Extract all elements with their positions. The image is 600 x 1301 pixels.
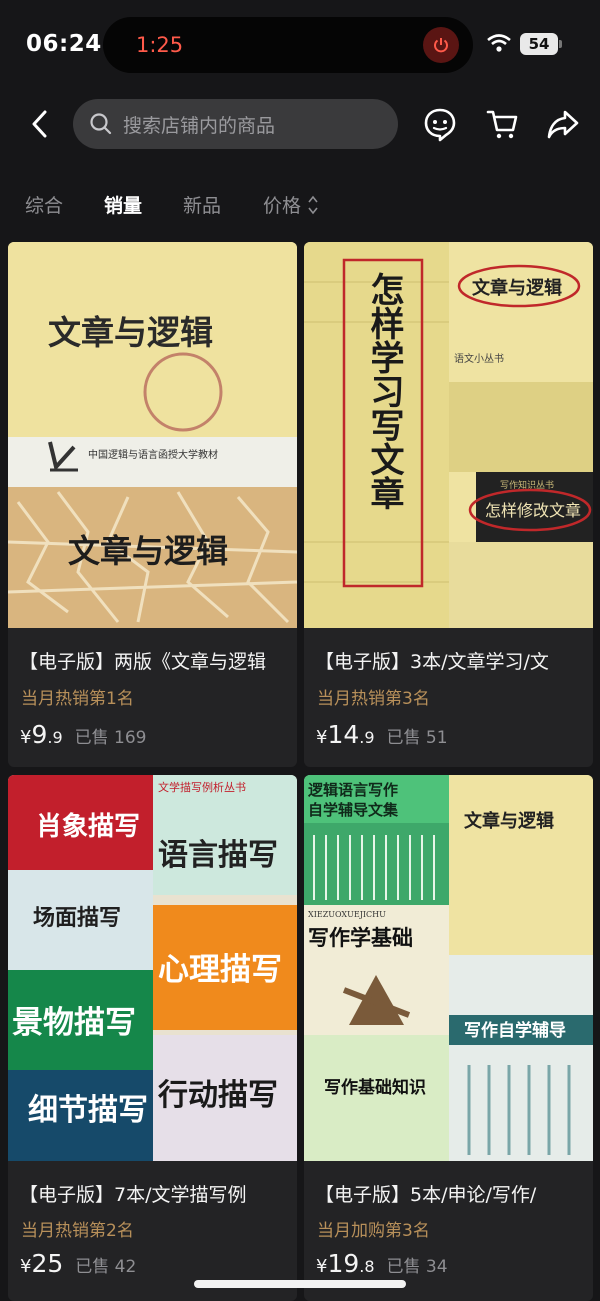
search-icon [90, 113, 112, 135]
battery-indicator: 54 [520, 33, 558, 55]
wifi-icon [486, 33, 512, 57]
share-icon[interactable] [545, 106, 581, 142]
price-currency: ¥ [316, 727, 328, 748]
cover-series-label: 语文小丛书 [454, 352, 504, 365]
price-row: ¥ 25 已售 42 [20, 1249, 136, 1278]
product-rank: 当月热销第1名 [21, 689, 134, 709]
cover-e: 写作自学辅导 [464, 1020, 566, 1041]
cover-t7: 细节描写 [28, 1093, 148, 1128]
price-decimal: .9 [359, 728, 375, 747]
cover-right-title: 文章与逻辑 [472, 277, 562, 299]
cover-c-pinyin: XIEZUOXUEJICHU [308, 910, 386, 919]
cover-box-title: 怎样修改文章 [485, 501, 581, 520]
price-integer: 19 [327, 1249, 360, 1278]
battery-tip [559, 40, 562, 48]
price-integer: 9 [31, 720, 48, 749]
price-decimal: .9 [47, 728, 63, 747]
cover-d: 写作基础知识 [324, 1077, 426, 1098]
customer-service-icon[interactable] [422, 106, 458, 142]
power-icon[interactable] [423, 27, 459, 63]
tab-comprehensive[interactable]: 综合 [25, 191, 63, 218]
cover-t2: 语言描写 [158, 838, 278, 873]
product-cover[interactable]: 文章与逻辑 中国逻辑与语言函授大学教材 文章与逻辑 [8, 242, 297, 628]
cover-c: 写作学基础 [308, 925, 413, 950]
search-placeholder: 搜索店铺内的商品 [123, 114, 276, 137]
price-row: ¥ 14 .9 已售 51 [316, 720, 448, 749]
product-card[interactable]: 文章与逻辑 中国逻辑与语言函授大学教材 文章与逻辑 【电子版】两版《文章与逻辑 … [8, 242, 297, 767]
product-card[interactable]: 肖象描写 文学描写例析丛书 语言描写 场面描写 心理描写 景物描写 行动描写 细… [8, 775, 297, 1301]
price-currency: ¥ [316, 1256, 328, 1277]
search-input[interactable]: 搜索店铺内的商品 [73, 99, 398, 149]
price-integer: 14 [327, 720, 360, 749]
back-button[interactable] [22, 106, 58, 142]
status-bar: 06:24 1:25 54 [0, 0, 600, 90]
product-title[interactable]: 【电子版】两版《文章与逻辑 [19, 647, 289, 674]
cover-a2: 自学辅导文集 [308, 801, 399, 819]
sold-count: 已售 34 [386, 1257, 448, 1277]
sort-arrows-icon [308, 195, 318, 215]
dynamic-island[interactable]: 1:25 [103, 17, 473, 73]
product-title[interactable]: 【电子版】5本/申论/写作/ [315, 1180, 585, 1207]
price-row: ¥ 19 .8 已售 34 [316, 1249, 448, 1278]
product-cover[interactable]: 怎样学习写文章 文章与逻辑 语文小丛书 写作知识丛书 怎样修改文章 [304, 242, 593, 628]
status-time: 06:24 [26, 31, 102, 57]
tab-new[interactable]: 新品 [183, 191, 221, 218]
price-currency: ¥ [20, 727, 32, 748]
price-integer: 25 [31, 1249, 64, 1278]
cover-t3: 场面描写 [33, 905, 121, 931]
product-cover[interactable]: 逻辑语言写作 自学辅导文集 文章与逻辑 XIEZUOXUEJICHU 写作学基础… [304, 775, 593, 1161]
product-rank: 当月加购第3名 [317, 1221, 430, 1241]
cover-a: 逻辑语言写作 [308, 781, 398, 799]
home-indicator[interactable] [194, 1280, 406, 1288]
sort-tabs: 综合 销量 新品 价格 [0, 185, 600, 225]
cover-t5: 景物描写 [12, 1005, 136, 1041]
cover-t4: 心理描写 [158, 952, 282, 988]
product-rank: 当月热销第3名 [317, 689, 430, 709]
shop-header: 搜索店铺内的商品 [0, 96, 600, 154]
cart-icon[interactable] [484, 106, 520, 142]
cover-t6: 行动描写 [157, 1078, 278, 1113]
chevron-left-icon [32, 110, 47, 138]
tab-sales[interactable]: 销量 [104, 191, 142, 218]
product-rank: 当月热销第2名 [21, 1221, 134, 1241]
sold-count: 已售 51 [386, 728, 448, 748]
island-timer: 1:25 [136, 33, 184, 57]
product-cover[interactable]: 肖象描写 文学描写例析丛书 语言描写 场面描写 心理描写 景物描写 行动描写 细… [8, 775, 297, 1161]
cover-t1: 肖象描写 [36, 811, 140, 842]
price-currency: ¥ [20, 1256, 32, 1277]
cover-series: 文学描写例析丛书 [158, 780, 246, 794]
cover-bottom-title: 文章与逻辑 [68, 532, 228, 570]
cover-vertical-title: 怎样学习写文章 [364, 272, 404, 510]
cover-b: 文章与逻辑 [464, 810, 554, 832]
product-card[interactable]: 怎样学习写文章 文章与逻辑 语文小丛书 写作知识丛书 怎样修改文章 【电子版】3… [304, 242, 593, 767]
price-decimal: .8 [359, 1257, 375, 1276]
cover-series: 中国逻辑与语言函授大学教材 [88, 448, 218, 461]
tab-price[interactable]: 价格 [263, 191, 301, 218]
sold-count: 已售 169 [74, 728, 147, 748]
cover-title: 文章与逻辑 [48, 313, 213, 352]
product-card[interactable]: 逻辑语言写作 自学辅导文集 文章与逻辑 XIEZUOXUEJICHU 写作学基础… [304, 775, 593, 1301]
product-title[interactable]: 【电子版】3本/文章学习/文 [315, 647, 585, 674]
price-row: ¥ 9 .9 已售 169 [20, 720, 146, 749]
product-title[interactable]: 【电子版】7本/文学描写例 [19, 1180, 289, 1207]
sold-count: 已售 42 [75, 1257, 137, 1277]
